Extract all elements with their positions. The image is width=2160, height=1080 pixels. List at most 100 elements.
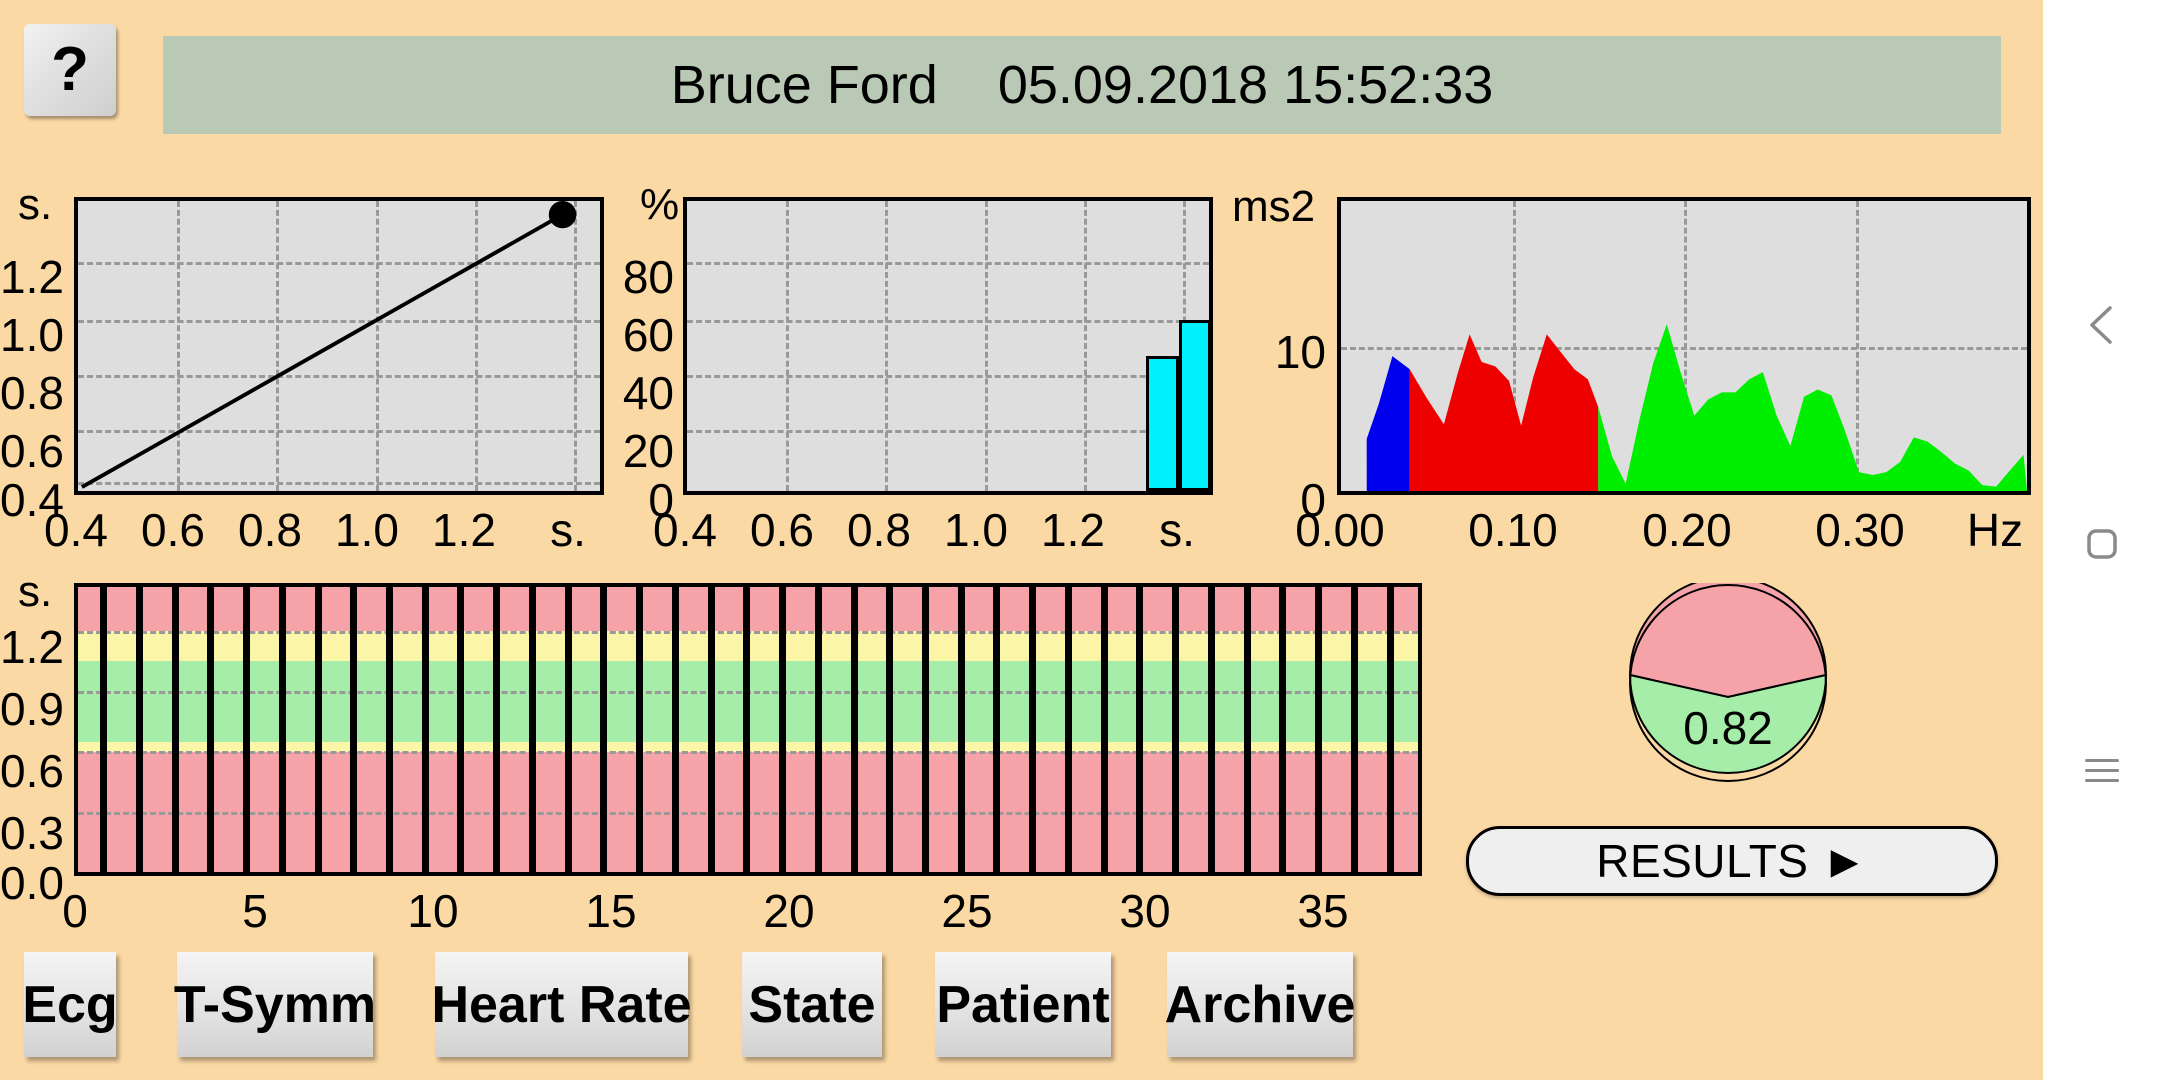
rhythm-bar <box>1100 587 1108 872</box>
chart2-xtick: 0.4 <box>653 504 717 556</box>
histogram-plot[interactable] <box>683 197 1213 495</box>
rhythm-bar <box>207 587 215 872</box>
chart4-xtick: 15 <box>585 885 637 937</box>
spectrum-band-hf <box>1598 324 2027 491</box>
button-label: Ecg <box>22 975 118 1034</box>
gridline-v <box>984 201 988 491</box>
rhythm-bar <box>636 587 644 872</box>
gridline-v <box>786 201 790 491</box>
rhythm-bar <box>350 587 358 872</box>
chart1-xtick: 1.2 <box>432 504 496 556</box>
chart1-xtick: 0.4 <box>44 504 108 556</box>
gridline-h <box>687 430 1209 434</box>
rhythm-bar <box>278 587 286 872</box>
rhythm-bar <box>850 587 858 872</box>
chart4-xtick: 5 <box>242 885 268 937</box>
patient-title-bar: Bruce Ford 05.09.2018 15:52:33 <box>163 36 2001 134</box>
chart2-ytick: 40 <box>622 367 674 419</box>
rhythm-bar <box>743 587 751 872</box>
rhythm-bar <box>243 587 251 872</box>
rhythm-bar <box>779 587 787 872</box>
rhythm-bar <box>386 587 394 872</box>
chart1-xunit: s. <box>550 504 586 556</box>
chart4-ytick: 0.9 <box>0 683 64 735</box>
button-label: T-Symm <box>173 975 377 1034</box>
chart3-ytick: 10 <box>1274 326 1326 378</box>
chart1-xtick: 1.0 <box>335 504 399 556</box>
results-button[interactable]: RESULTS ► <box>1466 826 1998 896</box>
scatterogram-plot[interactable] <box>74 197 604 495</box>
chart4-ytick: 0.6 <box>0 745 64 797</box>
gridline-h <box>687 261 1209 265</box>
chart2-xtick: 1.2 <box>1041 504 1105 556</box>
pie-value-label: 0.82 <box>1683 702 1773 754</box>
results-label: RESULTS ► <box>1596 835 1868 887</box>
chart1-ytick: 1.0 <box>0 309 64 361</box>
chart2-xtick: 1.0 <box>944 504 1008 556</box>
rhythm-bar <box>1243 587 1251 872</box>
button-label: State <box>748 975 876 1034</box>
chart2-xtick: 0.8 <box>847 504 911 556</box>
button-patient[interactable]: Patient <box>935 952 1111 1057</box>
chart2-yunit: % <box>640 180 680 229</box>
rhythm-bar <box>886 587 894 872</box>
scatter-point <box>548 201 577 229</box>
rhythm-bar <box>171 587 179 872</box>
button-state[interactable]: State <box>742 952 882 1057</box>
chart2-ytick: 60 <box>622 309 674 361</box>
rhythm-bar <box>493 587 501 872</box>
rhythm-bar <box>1350 587 1358 872</box>
button-label: Patient <box>936 975 1110 1034</box>
rhythm-bar <box>993 587 1001 872</box>
chart1-yunit: s. <box>18 180 53 229</box>
button-heart-rate[interactable]: Heart Rate <box>431 952 692 1057</box>
rhythm-bar <box>528 587 536 872</box>
gridline-v <box>885 201 889 491</box>
recents-menu-icon[interactable] <box>2084 752 2119 789</box>
chart1-ytick: 1.2 <box>0 251 64 303</box>
chart4-xtick: 10 <box>407 885 459 937</box>
rhythm-bar <box>600 587 608 872</box>
bottom-navigation-bar: Ecg T-Symm Heart Rate State Patient Arch… <box>0 952 2043 1080</box>
recents-line <box>2084 769 2119 772</box>
chart4-xtick: 0 <box>62 885 88 937</box>
android-system-nav <box>2043 0 2160 1080</box>
chart1-xtick: 0.6 <box>141 504 205 556</box>
rhythm-bar <box>421 587 429 872</box>
help-label: ? <box>51 35 89 104</box>
button-archive[interactable]: Archive <box>1164 952 1356 1057</box>
chart3-xunit: Hz <box>1966 504 2024 556</box>
rhythm-bar <box>707 587 715 872</box>
back-chevron-icon[interactable] <box>2082 300 2122 355</box>
spectrum-plot[interactable] <box>1337 197 2031 495</box>
button-t-symm[interactable]: T-Symm <box>173 952 377 1057</box>
rhythm-bar <box>1064 587 1072 872</box>
chart4-ytick: 1.2 <box>0 621 64 673</box>
rhythm-bar <box>814 587 822 872</box>
rhythm-bar <box>1172 587 1180 872</box>
home-square-icon[interactable] <box>2082 524 2122 569</box>
rhythm-bar <box>135 587 143 872</box>
histogram-bar <box>1178 319 1209 491</box>
chart3-xtick: 0.20 <box>1642 504 1732 556</box>
help-button[interactable]: ? <box>24 24 116 116</box>
chart4-yunit: s. <box>18 567 53 616</box>
chart4-ytick: 0.3 <box>0 807 64 859</box>
button-label: Archive <box>1164 975 1356 1034</box>
spectrum-band-vlf <box>1366 356 1410 491</box>
button-ecg[interactable]: Ecg <box>22 952 118 1057</box>
rhythm-bar <box>1386 587 1394 872</box>
chart4-xtick: 35 <box>1297 885 1349 937</box>
chart4-xtick: 20 <box>763 885 815 937</box>
rhythm-bar <box>1207 587 1215 872</box>
chart3-xtick: 0.00 <box>1295 504 1385 556</box>
balance-pie-chart[interactable]: 0.82 <box>1628 576 1828 783</box>
chart2-ytick: 20 <box>622 425 674 477</box>
chart2-xtick: 0.6 <box>750 504 814 556</box>
chart1-xtick: 0.8 <box>238 504 302 556</box>
recents-line <box>2084 759 2119 762</box>
rhythmogram-plot[interactable] <box>74 583 1422 876</box>
chart2-ytick: 80 <box>622 251 674 303</box>
chart4-xtick: 30 <box>1119 885 1171 937</box>
spectrum-area <box>1366 324 2027 491</box>
